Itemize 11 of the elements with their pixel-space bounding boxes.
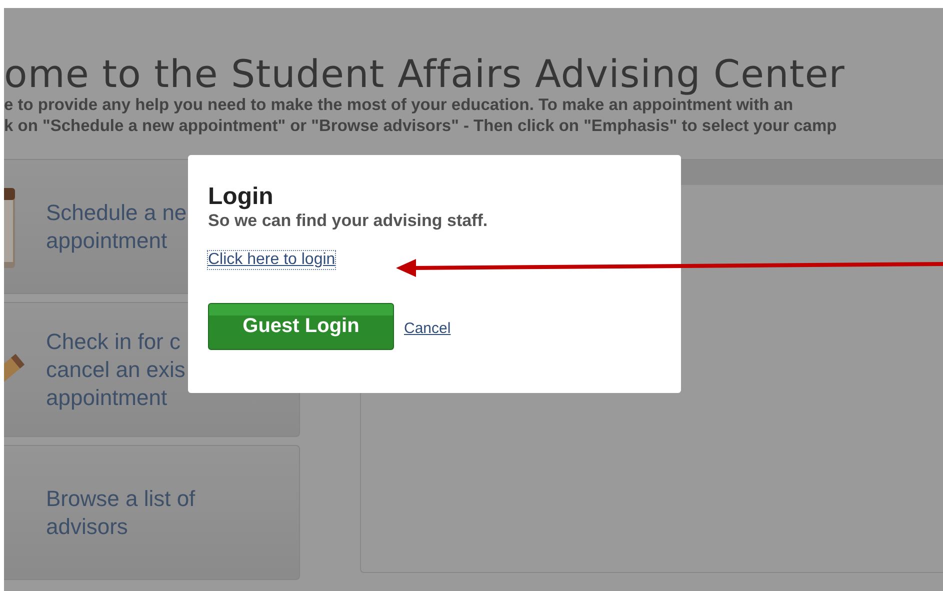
tile-label[interactable]: Browse a list of advisors <box>46 484 196 540</box>
guest-login-button[interactable]: Guest Login <box>208 303 394 350</box>
intro-text: e to provide any help you need to make the most of your education. To make an appointment with an <box>4 95 794 116</box>
intro-text: k on "Schedule a new appointment" or "Browse advisors" - Then click on "Emphasis" to select your camp <box>4 116 838 137</box>
tile-label[interactable]: Schedule a ne appointment <box>46 198 187 254</box>
cancel-link[interactable]: Cancel <box>404 320 451 337</box>
calendar-icon <box>4 188 16 268</box>
dialog-title: Login <box>208 183 274 211</box>
menu-tile[interactable]: Browse a list of advisors <box>4 445 300 580</box>
tile-label[interactable]: Check in for c cancel an exis appointment <box>46 328 186 412</box>
page-heading: ome to the Student Affairs Advising Center <box>4 51 846 96</box>
